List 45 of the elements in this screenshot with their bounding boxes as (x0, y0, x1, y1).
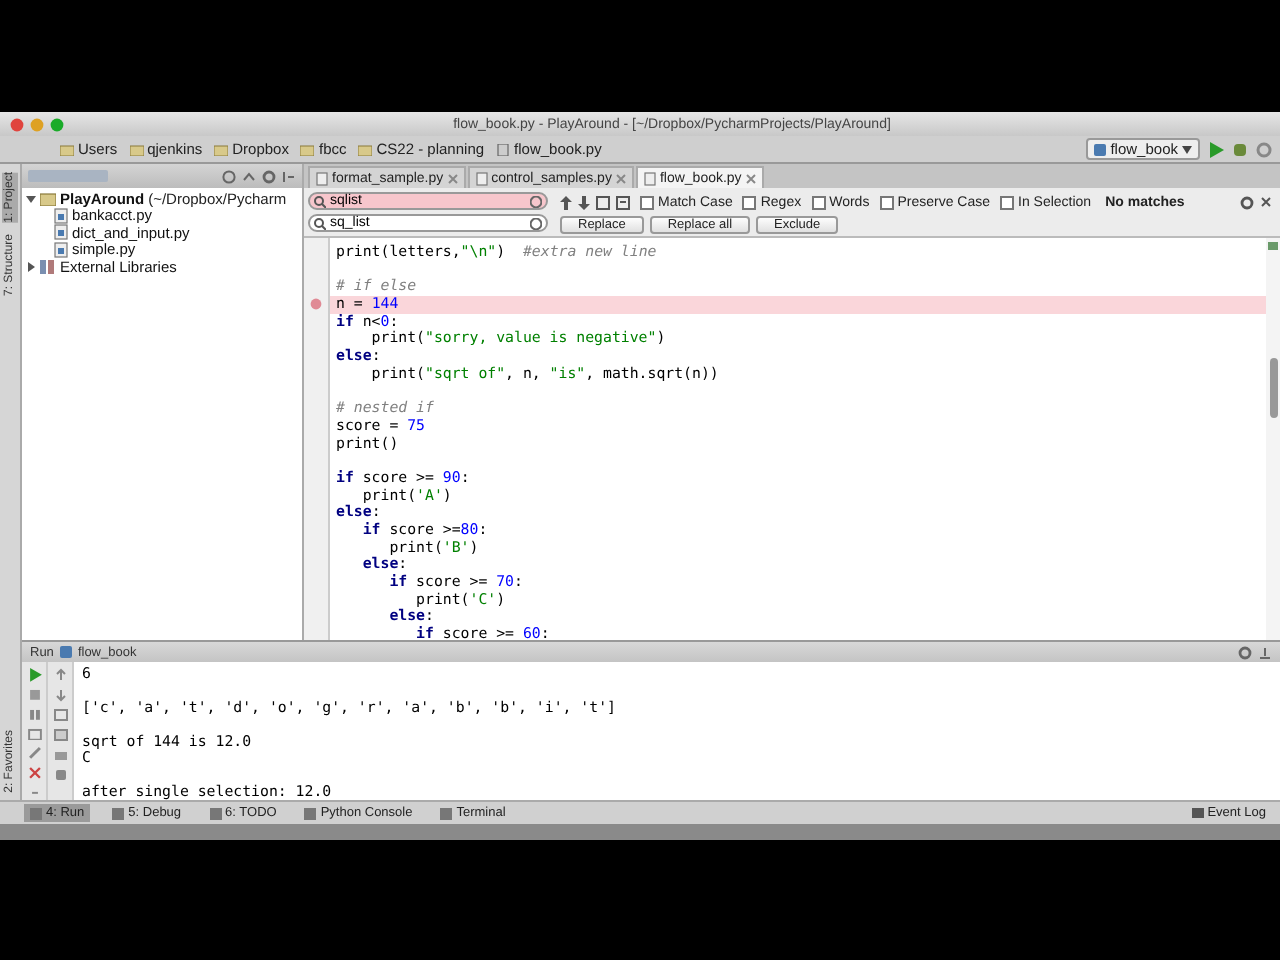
up-icon[interactable] (53, 668, 67, 682)
previous-icon[interactable] (560, 195, 572, 209)
folder-icon[interactable] (129, 143, 144, 155)
settings-icon[interactable] (262, 169, 276, 183)
settings-icon[interactable] (1238, 645, 1252, 659)
tool-window-icon[interactable] (209, 807, 222, 819)
python-file-icon[interactable] (643, 171, 656, 185)
settings-icon[interactable] (1240, 195, 1254, 209)
caret-icon[interactable] (1182, 145, 1192, 153)
tool-window-icon[interactable] (304, 807, 317, 819)
python-file-icon[interactable] (475, 171, 488, 185)
debug-icon[interactable] (1232, 141, 1248, 157)
breakpoint-icon[interactable] (310, 298, 322, 311)
hide-icon[interactable] (1258, 645, 1272, 659)
down-icon[interactable] (53, 688, 67, 702)
collapse-icon[interactable] (242, 169, 256, 183)
tool-window-icon[interactable] (440, 807, 453, 819)
search-icon[interactable] (314, 195, 326, 207)
run-icon[interactable] (1208, 141, 1224, 157)
pause-icon[interactable] (27, 707, 41, 722)
folder-icon[interactable] (60, 143, 74, 155)
status-marker (1268, 242, 1278, 250)
expanded-arrow-icon[interactable] (26, 193, 36, 204)
folder-icon[interactable] (358, 143, 373, 155)
rerun-icon[interactable] (27, 668, 41, 682)
python-icon[interactable] (1094, 143, 1107, 155)
search-icon[interactable] (314, 217, 326, 229)
close-icon[interactable] (745, 173, 756, 183)
target-icon[interactable] (222, 169, 236, 183)
next-icon[interactable] (578, 195, 590, 209)
tool-window-icon[interactable] (30, 807, 42, 819)
file-icon[interactable] (496, 143, 511, 155)
close-icon[interactable] (27, 766, 41, 781)
scrollbar-thumb[interactable] (1269, 358, 1277, 418)
python-icon[interactable] (59, 646, 72, 658)
hide-icon[interactable] (282, 169, 296, 183)
folder-icon[interactable] (300, 143, 315, 155)
folder-icon[interactable] (214, 143, 229, 155)
collapsed-arrow-icon[interactable] (26, 261, 36, 272)
python-file-icon[interactable] (316, 171, 328, 185)
tool-window-icon[interactable] (112, 807, 125, 819)
close-icon[interactable] (1260, 196, 1272, 208)
message-icon[interactable] (1191, 807, 1204, 819)
library-icon[interactable] (40, 259, 56, 274)
stop-icon[interactable] (27, 687, 41, 702)
